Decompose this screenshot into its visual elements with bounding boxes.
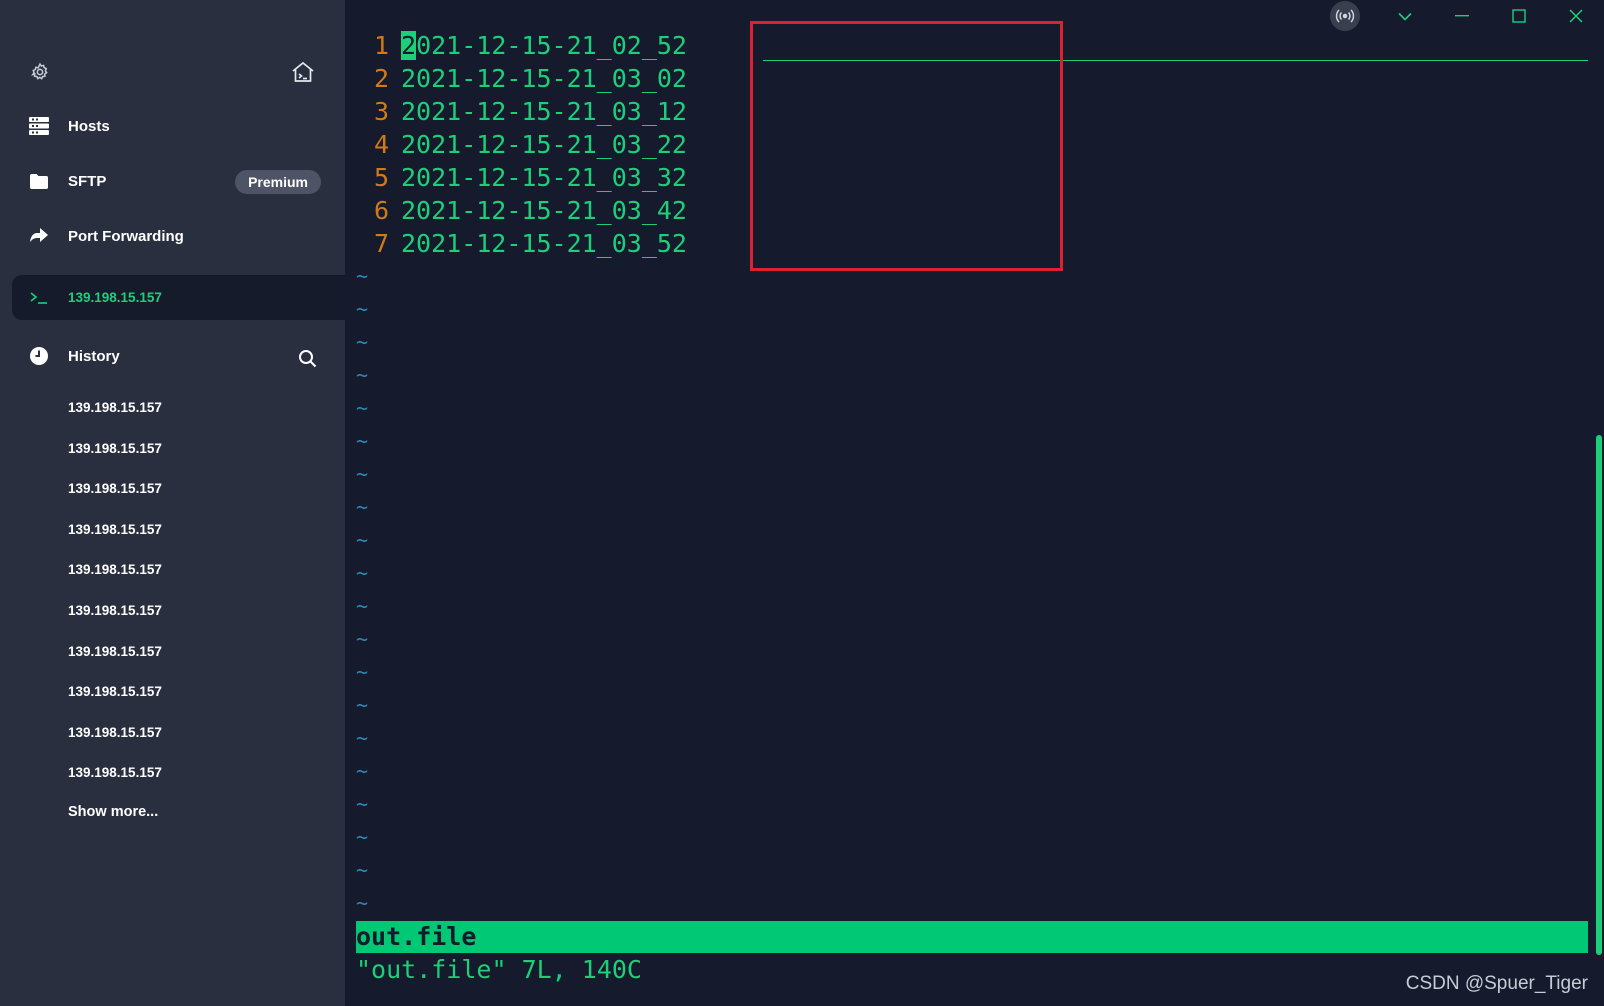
gear-icon[interactable]: [28, 60, 52, 84]
chevron-down-icon[interactable]: [1376, 0, 1433, 32]
sidebar-item-sftp[interactable]: SFTP Premium: [12, 159, 345, 203]
tilde-line: ~: [356, 363, 369, 387]
tilde-line: ~: [356, 693, 369, 717]
line-text: 2021-12-15-21_03_42: [401, 196, 687, 225]
history-item[interactable]: 139.198.15.157: [0, 632, 345, 673]
tilde-line: ~: [356, 528, 369, 552]
sidebar-item-label: Hosts: [68, 117, 110, 135]
tilde-line: ~: [356, 330, 369, 354]
buffer-line: 4 2021-12-15-21_03_22: [356, 128, 1604, 161]
empty-lines: ~ ~ ~ ~ ~ ~ ~ ~ ~ ~ ~ ~ ~ ~ ~ ~ ~ ~ ~ ~: [356, 260, 1604, 920]
tilde-line: ~: [356, 726, 369, 750]
history-item[interactable]: 139.198.15.157: [0, 672, 345, 713]
text-cursor: 2: [401, 31, 417, 60]
broadcast-icon[interactable]: [1330, 1, 1360, 31]
line-text: 2021-12-15-21_03_12: [401, 97, 687, 126]
history-list: 139.198.15.157 139.198.15.157 139.198.15…: [0, 388, 345, 794]
tilde-line: ~: [356, 627, 369, 651]
maximize-icon[interactable]: [1490, 0, 1547, 32]
terminal-pane[interactable]: 1 2021-12-15-21_02_52 2 2021-12-15-21_03…: [345, 0, 1604, 1006]
history-item[interactable]: 139.198.15.157: [0, 713, 345, 754]
vim-buffer[interactable]: 1 2021-12-15-21_02_52 2 2021-12-15-21_03…: [356, 29, 1604, 920]
tilde-line: ~: [356, 297, 369, 321]
tilde-line: ~: [356, 792, 369, 816]
tilde-line: ~: [356, 660, 369, 684]
line-text: 2021-12-15-21_03_52: [401, 229, 687, 258]
buffer-line: 5 2021-12-15-21_03_32: [356, 161, 1604, 194]
watermark: CSDN @Spuer_Tiger: [1405, 973, 1588, 994]
minimize-icon[interactable]: [1433, 0, 1490, 32]
tilde-line: ~: [356, 462, 369, 486]
tilde-line: ~: [356, 594, 369, 618]
show-more-link[interactable]: Show more...: [68, 804, 158, 820]
scrollbar-thumb[interactable]: [1596, 435, 1602, 955]
window-controls: [1330, 0, 1604, 32]
line-text-rest: 021-12-15-21_02_52: [416, 31, 687, 60]
sidebar-item-label: History: [68, 347, 120, 365]
line-text: 2021-12-15-21_02_52: [401, 29, 687, 62]
sidebar-item-label: Port Forwarding: [68, 227, 184, 245]
line-text: 2021-12-15-21_03_32: [401, 163, 687, 192]
history-item[interactable]: 139.198.15.157: [0, 429, 345, 470]
folder-icon: [28, 170, 50, 192]
tilde-line: ~: [356, 429, 369, 453]
buffer-line: 2 2021-12-15-21_03_02: [356, 62, 1604, 95]
history-item[interactable]: 139.198.15.157: [0, 753, 345, 794]
scrollbar[interactable]: [1592, 0, 1604, 1006]
sidebar-item-label: SFTP: [68, 172, 107, 190]
tilde-line: ~: [356, 396, 369, 420]
vim-statusline: out.file: [356, 921, 1588, 953]
line-number: 1: [373, 31, 389, 60]
line-number: 4: [373, 130, 389, 159]
line-text: 2021-12-15-21_03_02: [401, 64, 687, 93]
line-number: 2: [373, 64, 389, 93]
line-number: 3: [373, 97, 389, 126]
vim-message-line: "out.file" 7L, 140C: [356, 955, 642, 984]
history-item[interactable]: 139.198.15.157: [0, 510, 345, 551]
tilde-line: ~: [356, 759, 369, 783]
sidebar-item-port-forwarding[interactable]: Port Forwarding: [12, 214, 345, 258]
line-number: 5: [373, 163, 389, 192]
buffer-line: 3 2021-12-15-21_03_12: [356, 95, 1604, 128]
history-item[interactable]: 139.198.15.157: [0, 550, 345, 591]
forward-arrow-icon: [28, 225, 50, 247]
sidebar-item-label: 139.198.15.157: [68, 290, 162, 305]
history-item[interactable]: 139.198.15.157: [0, 388, 345, 429]
home-terminal-icon[interactable]: [291, 60, 315, 84]
sidebar-item-active-session[interactable]: 139.198.15.157: [12, 275, 345, 320]
tilde-line: ~: [356, 891, 369, 915]
tilde-line: ~: [356, 858, 369, 882]
buffer-line: 1 2021-12-15-21_02_52: [356, 29, 1604, 62]
history-item[interactable]: 139.198.15.157: [0, 591, 345, 632]
clock-icon: [28, 345, 50, 367]
line-number: 6: [373, 196, 389, 225]
sidebar-item-hosts[interactable]: Hosts: [12, 104, 345, 148]
search-icon[interactable]: [296, 347, 318, 369]
app-window: Hosts SFTP Premium Port Forwarding 139.1…: [0, 0, 1604, 1006]
terminal-prompt-icon: [28, 287, 50, 309]
sidebar: Hosts SFTP Premium Port Forwarding 139.1…: [0, 0, 345, 1006]
server-grid-icon: [28, 115, 50, 137]
history-item[interactable]: 139.198.15.157: [0, 469, 345, 510]
tilde-line: ~: [356, 495, 369, 519]
tilde-line: ~: [356, 825, 369, 849]
line-number: 7: [373, 229, 389, 258]
buffer-line: 6 2021-12-15-21_03_42: [356, 194, 1604, 227]
tilde-line: ~: [356, 264, 369, 288]
line-text: 2021-12-15-21_03_22: [401, 130, 687, 159]
premium-badge[interactable]: Premium: [235, 170, 321, 194]
tilde-line: ~: [356, 561, 369, 585]
buffer-line: 7 2021-12-15-21_03_52: [356, 227, 1604, 260]
